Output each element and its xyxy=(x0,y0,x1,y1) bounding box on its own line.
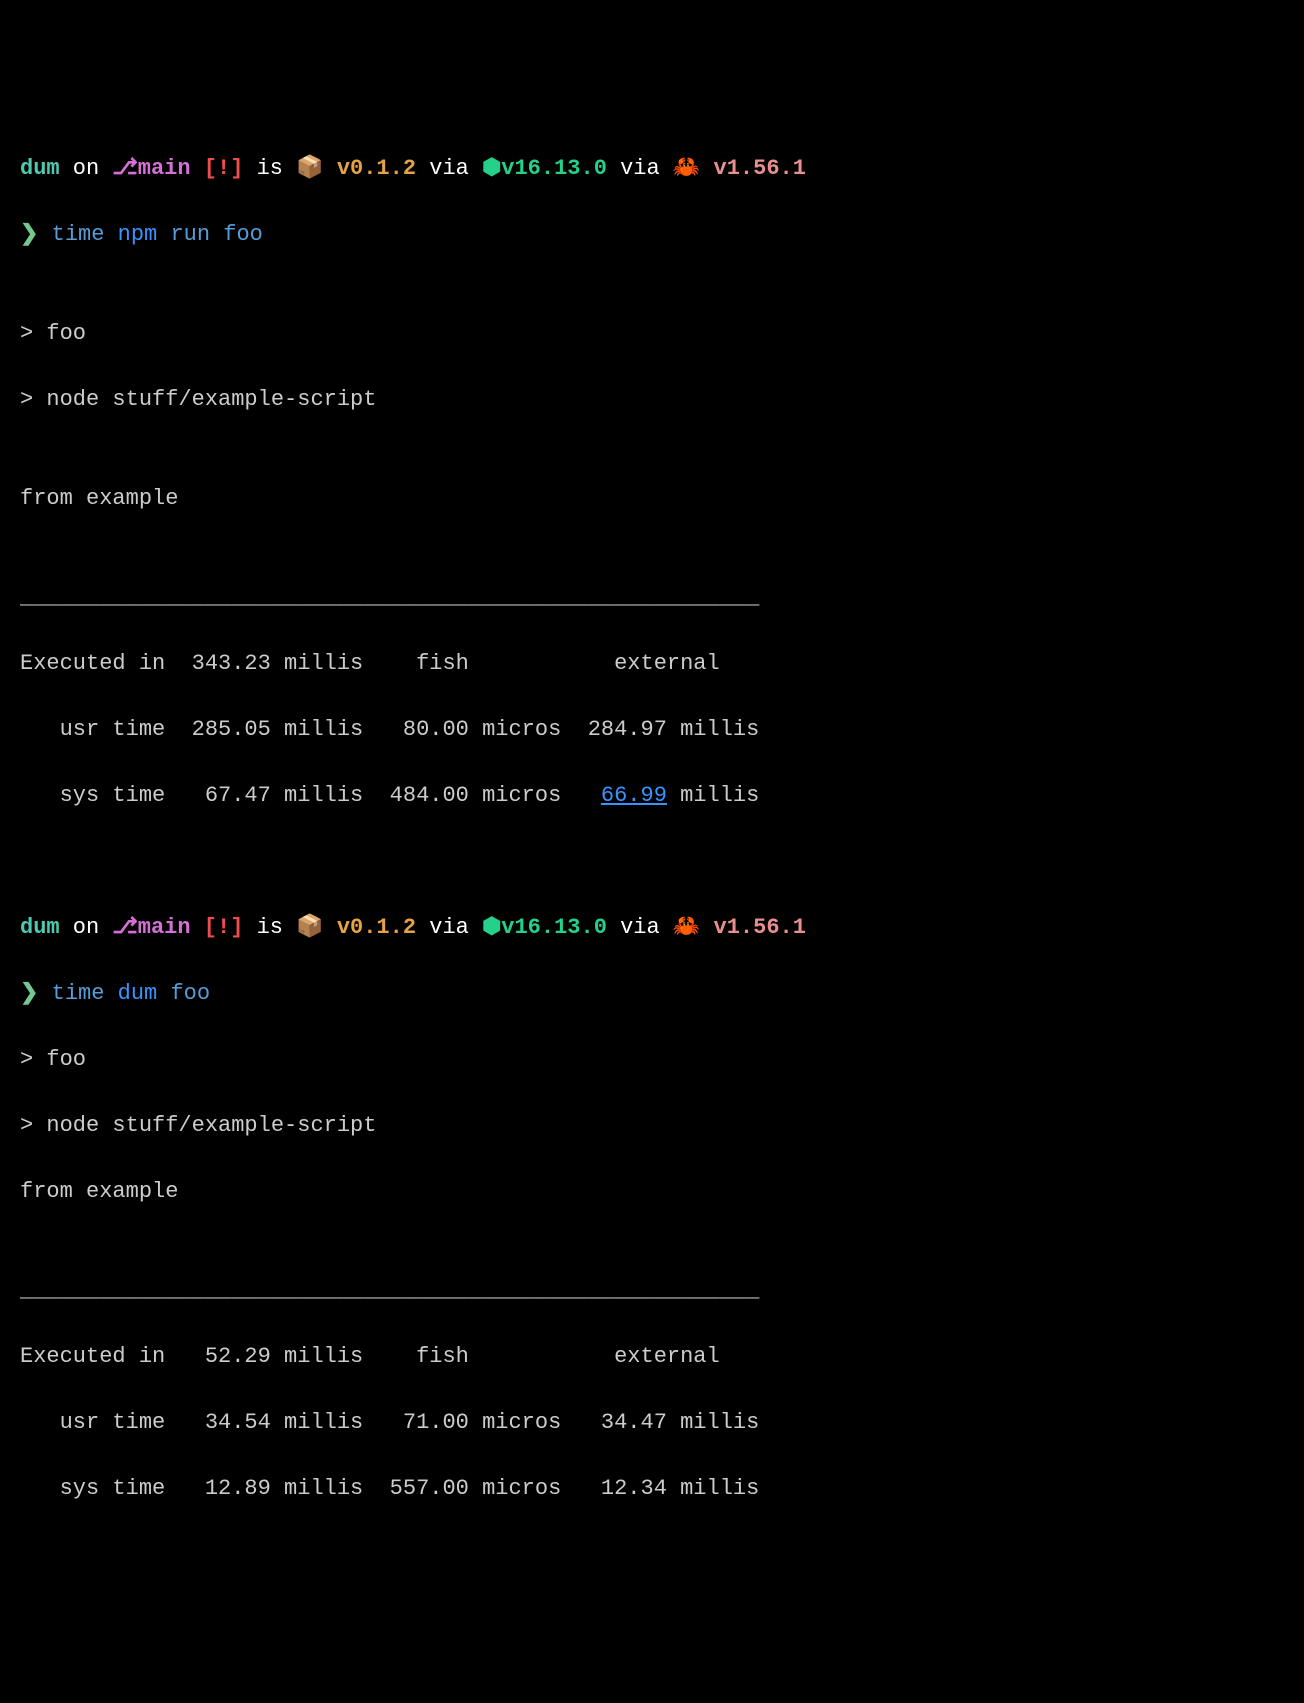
branch-name: main xyxy=(138,915,191,940)
cmd-npm: npm xyxy=(104,222,157,247)
output-node-cmd: > node stuff/example-script xyxy=(20,383,1284,416)
cmd-time: time xyxy=(38,981,104,1006)
prompt-via-1: via xyxy=(416,915,482,940)
prompt-via-2: via xyxy=(607,156,673,181)
prompt-is: is xyxy=(243,915,296,940)
prompt-is: is xyxy=(243,156,296,181)
node-version: v16.13.0 xyxy=(501,915,607,940)
timing-divider: ________________________________________… xyxy=(20,581,1284,614)
timing-sys: sys time 67.47 millis 484.00 micros 66.9… xyxy=(20,779,1284,812)
prompt-on: on xyxy=(60,915,113,940)
cmd-foo: foo xyxy=(210,222,263,247)
package-icon: 📦 xyxy=(296,156,323,181)
cmd-run: run xyxy=(157,222,210,247)
prompt-line-2: dum on ⎇main [!] is 📦 v0.1.2 via ⬢v16.13… xyxy=(20,911,1284,944)
prompt-on: on xyxy=(60,156,113,181)
git-status: [!] xyxy=(191,915,244,940)
branch-name: main xyxy=(138,156,191,181)
command-line-2[interactable]: ❯ time dum foo xyxy=(20,977,1284,1010)
project-name: dum xyxy=(20,915,60,940)
prompt-line-1: dum on ⎇main [!] is 📦 v0.1.2 via ⬢v16.13… xyxy=(20,152,1284,185)
node-version: v16.13.0 xyxy=(501,156,607,181)
package-version: v0.1.2 xyxy=(324,156,416,181)
terminal-output: dum on ⎇main [!] is 📦 v0.1.2 via ⬢v16.13… xyxy=(20,152,1284,1538)
git-status: [!] xyxy=(191,156,244,181)
cmd-dum: dum xyxy=(104,981,157,1006)
prompt-via-2: via xyxy=(607,915,673,940)
package-icon: 📦 xyxy=(296,915,323,940)
cmd-foo: foo xyxy=(157,981,210,1006)
package-version: v0.1.2 xyxy=(324,915,416,940)
timing-link[interactable]: 66.99 xyxy=(601,783,667,808)
node-icon: ⬢ xyxy=(482,156,501,181)
timing-divider: ________________________________________… xyxy=(20,1274,1284,1307)
timing-sys: sys time 12.89 millis 557.00 micros 12.3… xyxy=(20,1472,1284,1505)
timing-executed: Executed in 343.23 millis fish external xyxy=(20,647,1284,680)
prompt-arrow: ❯ xyxy=(20,222,38,247)
command-line-1[interactable]: ❯ time npm run foo xyxy=(20,218,1284,251)
branch-icon: ⎇ xyxy=(112,915,137,940)
timing-usr: usr time 285.05 millis 80.00 micros 284.… xyxy=(20,713,1284,746)
output-script-name: > foo xyxy=(20,1043,1284,1076)
rust-version: v1.56.1 xyxy=(700,915,806,940)
cmd-time: time xyxy=(38,222,104,247)
branch-icon: ⎇ xyxy=(112,156,137,181)
output-from-example: from example xyxy=(20,1175,1284,1208)
crab-icon: 🦀 xyxy=(673,915,700,940)
crab-icon: 🦀 xyxy=(673,156,700,181)
timing-usr: usr time 34.54 millis 71.00 micros 34.47… xyxy=(20,1406,1284,1439)
prompt-arrow: ❯ xyxy=(20,981,38,1006)
timing-executed: Executed in 52.29 millis fish external xyxy=(20,1340,1284,1373)
rust-version: v1.56.1 xyxy=(700,156,806,181)
output-from-example: from example xyxy=(20,482,1284,515)
output-node-cmd: > node stuff/example-script xyxy=(20,1109,1284,1142)
project-name: dum xyxy=(20,156,60,181)
prompt-via-1: via xyxy=(416,156,482,181)
node-icon: ⬢ xyxy=(482,915,501,940)
output-script-name: > foo xyxy=(20,317,1284,350)
